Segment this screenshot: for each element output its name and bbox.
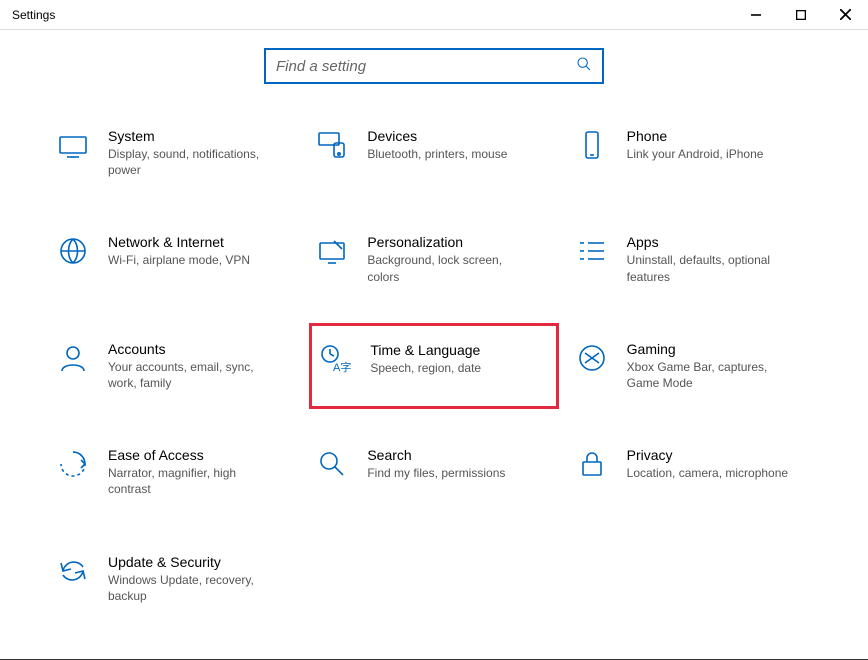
category-title: Phone [627, 128, 764, 144]
category-desc: Bluetooth, printers, mouse [367, 146, 507, 162]
category-title: Search [367, 447, 505, 463]
ease-of-access-icon [56, 447, 90, 481]
category-desc: Xbox Game Bar, captures, Game Mode [627, 359, 797, 391]
category-desc: Speech, region, date [370, 360, 481, 376]
time-language-icon: A字 [318, 342, 352, 376]
devices-icon [315, 128, 349, 162]
category-title: Devices [367, 128, 507, 144]
search-wrap [0, 30, 868, 94]
category-desc: Find my files, permissions [367, 465, 505, 481]
close-button[interactable] [823, 0, 868, 30]
svg-text:A字: A字 [333, 360, 351, 374]
category-network[interactable]: Network & Internet Wi-Fi, airplane mode,… [50, 230, 299, 288]
gaming-icon [575, 341, 609, 375]
privacy-icon [575, 447, 609, 481]
personalization-icon [315, 234, 349, 268]
category-desc: Link your Android, iPhone [627, 146, 764, 162]
category-devices[interactable]: Devices Bluetooth, printers, mouse [309, 124, 558, 182]
category-desc: Narrator, magnifier, high contrast [108, 465, 278, 497]
category-search[interactable]: Search Find my files, permissions [309, 443, 558, 501]
category-desc: Uninstall, defaults, optional features [627, 252, 797, 284]
category-phone[interactable]: Phone Link your Android, iPhone [569, 124, 818, 182]
category-desc: Location, camera, microphone [627, 465, 788, 481]
category-desc: Your accounts, email, sync, work, family [108, 359, 278, 391]
category-apps[interactable]: Apps Uninstall, defaults, optional featu… [569, 230, 818, 288]
apps-icon [575, 234, 609, 268]
search-icon [576, 56, 592, 77]
category-time-language[interactable]: A字 Time & Language Speech, region, date [309, 323, 558, 409]
accounts-icon [56, 341, 90, 375]
category-desc: Wi-Fi, airplane mode, VPN [108, 252, 250, 268]
category-personalization[interactable]: Personalization Background, lock screen,… [309, 230, 558, 288]
update-icon [56, 554, 90, 588]
category-accounts[interactable]: Accounts Your accounts, email, sync, wor… [50, 337, 299, 395]
category-title: Accounts [108, 341, 278, 357]
category-privacy[interactable]: Privacy Location, camera, microphone [569, 443, 818, 501]
category-update-security[interactable]: Update & Security Windows Update, recove… [50, 550, 299, 608]
search-box[interactable] [264, 48, 604, 84]
minimize-button[interactable] [733, 0, 778, 30]
search-input[interactable] [276, 58, 556, 75]
titlebar: Settings [0, 0, 868, 30]
category-desc: Background, lock screen, colors [367, 252, 537, 284]
category-desc: Display, sound, notifications, power [108, 146, 278, 178]
category-gaming[interactable]: Gaming Xbox Game Bar, captures, Game Mod… [569, 337, 818, 395]
globe-icon [56, 234, 90, 268]
category-title: Network & Internet [108, 234, 250, 250]
category-title: Apps [627, 234, 797, 250]
category-title: Personalization [367, 234, 537, 250]
category-title: Privacy [627, 447, 788, 463]
category-title: Time & Language [370, 342, 481, 358]
search-category-icon [315, 447, 349, 481]
window-title: Settings [12, 8, 55, 22]
category-ease-of-access[interactable]: Ease of Access Narrator, magnifier, high… [50, 443, 299, 501]
category-title: Gaming [627, 341, 797, 357]
window-controls [733, 0, 868, 30]
settings-grid: System Display, sound, notifications, po… [0, 94, 868, 618]
system-icon [56, 128, 90, 162]
maximize-button[interactable] [778, 0, 823, 30]
category-title: Ease of Access [108, 447, 278, 463]
category-title: Update & Security [108, 554, 278, 570]
category-title: System [108, 128, 278, 144]
category-system[interactable]: System Display, sound, notifications, po… [50, 124, 299, 182]
phone-icon [575, 128, 609, 162]
category-desc: Windows Update, recovery, backup [108, 572, 278, 604]
